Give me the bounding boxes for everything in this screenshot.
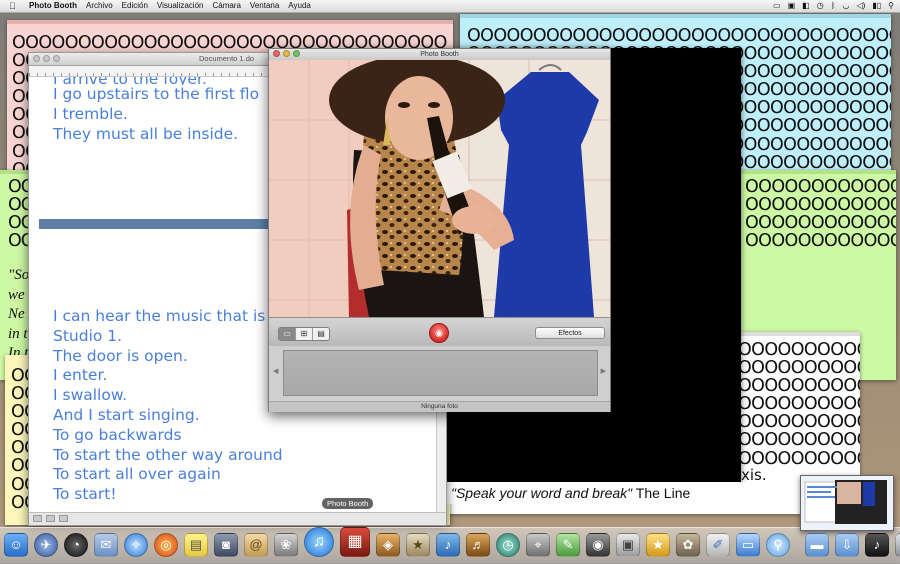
display-icon[interactable]: ▭ xyxy=(773,0,781,12)
photo-app-icon[interactable]: ◙ xyxy=(214,533,238,557)
wifi-icon[interactable]: ◡ xyxy=(843,0,850,12)
camera-preview xyxy=(269,60,610,317)
menu-ayuda[interactable]: Ayuda xyxy=(288,0,311,12)
spotlight-icon[interactable]: ⚲ xyxy=(766,533,790,557)
trash-icon[interactable]: 🗑 xyxy=(895,533,900,557)
close-button[interactable] xyxy=(33,55,40,62)
note-text-line: OOOOOOOOOOOOOOOOOOOOOOOOOOOOOOOOO xyxy=(467,26,891,46)
status-menus: ▭ ▣ ◧ ◷ ᛒ ◡ ◁) ▮▯ ⚲ xyxy=(773,0,894,12)
finder-icon[interactable]: ☺ xyxy=(4,533,28,557)
iphoto-2-icon[interactable]: ✿ xyxy=(676,533,700,557)
photo-booth-icon[interactable]: ▦ xyxy=(340,527,370,557)
battery-icon[interactable]: ▮▯ xyxy=(872,0,881,12)
music-icon[interactable]: ♪ xyxy=(865,533,889,557)
menu-app-name[interactable]: Photo Booth xyxy=(29,0,77,12)
guitar-icon[interactable]: ♬ xyxy=(466,533,490,557)
volume-icon[interactable]: ◁) xyxy=(857,0,866,12)
menu-visualizacion[interactable]: Visualización xyxy=(157,0,204,12)
iphoto-icon[interactable]: ❀ xyxy=(274,533,298,557)
menu-camara[interactable]: Cámara xyxy=(212,0,240,12)
time-machine-icon[interactable]: ◷ xyxy=(496,533,520,557)
quote-italic: "Speak your word and break" xyxy=(451,485,633,501)
dock: ☺ ✈ ◔ ✉ ✧ ◎ ▤ ◙ @ ❀ ♫ ▦ ◈ ★ ♪ ♬ ◷ ⌖ ✎ ◉ … xyxy=(4,521,900,557)
user-icon[interactable]: ◧ xyxy=(802,0,810,12)
menu-bar:  Photo Booth Archivo Edición Visualizac… xyxy=(0,0,900,13)
preview-icon[interactable]: ▣ xyxy=(616,533,640,557)
photo-strip-well[interactable] xyxy=(283,350,598,396)
textedit-icon[interactable]: ✐ xyxy=(706,533,730,557)
quote-rest: The Line xyxy=(632,485,691,501)
stickies-icon[interactable]: ▤ xyxy=(184,533,208,557)
photo-booth-window[interactable]: Photo Booth ▭ ⊞ ▤ ◉ Efectos ◀ ▶ Ninguna … xyxy=(268,48,611,412)
bluetooth-icon[interactable]: ᛒ xyxy=(831,0,836,12)
effects-button[interactable]: Efectos xyxy=(535,327,605,339)
safari-icon[interactable]: ✧ xyxy=(124,533,148,557)
aperture-icon[interactable]: ◈ xyxy=(376,533,400,557)
pencil-app-icon[interactable]: ✎ xyxy=(556,533,580,557)
take-photo-button[interactable]: ◉ xyxy=(429,323,449,343)
photo-count-status: Ninguna foto xyxy=(269,401,610,412)
imovie-icon[interactable]: ★ xyxy=(646,533,670,557)
minimize-button[interactable] xyxy=(43,55,50,62)
camera-image xyxy=(269,60,610,317)
scroll-left-arrow-icon[interactable]: ◀ xyxy=(273,367,278,375)
movie-button[interactable]: ▤ xyxy=(313,328,329,340)
star-icon[interactable]: ★ xyxy=(406,533,430,557)
menu-list: Photo Booth Archivo Edición Visualizació… xyxy=(29,0,311,12)
screenshot-icon[interactable]: ⌖ xyxy=(526,533,550,557)
garageband-icon[interactable]: ♪ xyxy=(436,533,460,557)
downloads-icon[interactable]: ⇩ xyxy=(835,533,859,557)
menu-archivo[interactable]: Archivo xyxy=(86,0,113,12)
itunes-icon[interactable]: ♫ xyxy=(304,527,334,557)
document-text-line: To go backwards xyxy=(53,425,182,444)
folder-icon[interactable]: ▬ xyxy=(805,533,829,557)
single-photo-button[interactable]: ▭ xyxy=(279,328,296,340)
note-italic-line: Ne xyxy=(8,306,25,322)
screen-icon[interactable]: ▣ xyxy=(788,0,796,12)
note-italic-line: we xyxy=(8,286,25,303)
note-italic-line: "So xyxy=(8,267,30,283)
dock-tooltip: Photo Booth xyxy=(322,498,374,509)
window-controls xyxy=(33,55,60,62)
window-title: Documento 1.do xyxy=(199,54,255,63)
window-title: Photo Booth xyxy=(420,51,459,58)
monitor-icon[interactable]: ▭ xyxy=(736,533,760,557)
layout-segmented-control: ▭ ⊞ ▤ xyxy=(278,327,330,341)
zoom-button[interactable] xyxy=(53,55,60,62)
camera-app-icon[interactable]: ◉ xyxy=(586,533,610,557)
menu-ventana[interactable]: Ventana xyxy=(250,0,279,12)
note-text-line: OOOOOOOOOOOO xyxy=(745,213,896,234)
clock-icon[interactable]: ◷ xyxy=(817,0,824,12)
document-text-line: To start the other way around xyxy=(53,445,283,464)
search-icon[interactable]: ⚲ xyxy=(888,0,894,12)
camera-icon: ◉ xyxy=(435,328,443,338)
note-text-line: OOOOOOOOOOOO xyxy=(745,195,896,216)
document-text-line: To start all over again xyxy=(53,465,221,484)
photo-booth-controls: ▭ ⊞ ▤ ◉ Efectos xyxy=(269,317,610,347)
note-italic-line: in t xyxy=(8,325,28,342)
note-text-line: OOOOOOOOOOOO xyxy=(745,231,896,252)
mail-stamp-icon[interactable]: ✉ xyxy=(94,533,118,557)
four-up-button[interactable]: ⊞ xyxy=(296,328,313,340)
scroll-right-arrow-icon[interactable]: ▶ xyxy=(601,367,606,375)
launchpad-icon[interactable]: ✈ xyxy=(34,533,58,557)
firefox-icon[interactable]: ◎ xyxy=(154,533,178,557)
address-book-icon[interactable]: @ xyxy=(244,533,268,557)
note-text-line: OOOOOOOOOOOO xyxy=(745,177,896,197)
document-text-line: To start! xyxy=(53,485,117,504)
photo-strip: ◀ ▶ xyxy=(269,346,610,401)
dashboard-icon[interactable]: ◔ xyxy=(64,533,88,557)
menu-edicion[interactable]: Edición xyxy=(122,0,148,12)
apple-icon[interactable]:  xyxy=(9,0,16,12)
